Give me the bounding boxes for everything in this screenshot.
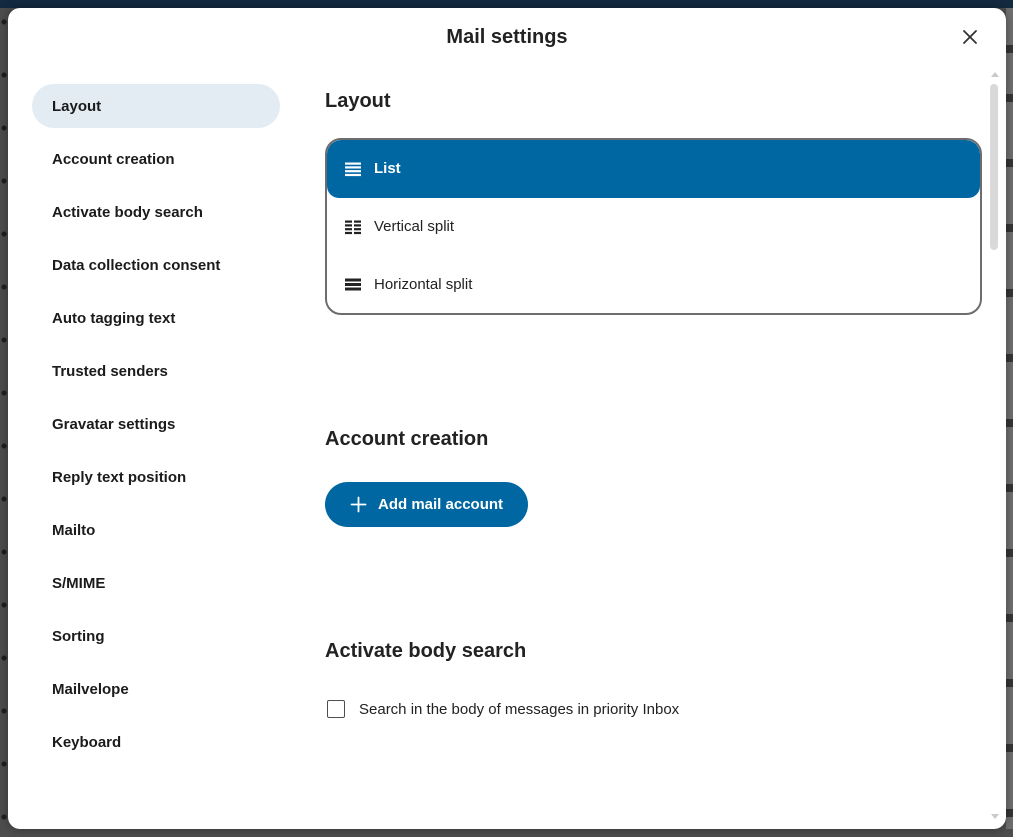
- dimmed-content-backdrop: [1006, 8, 1013, 837]
- sidebar-item-smime[interactable]: S/MIME: [32, 561, 280, 605]
- layout-option-label: Vertical split: [374, 218, 454, 235]
- dimmed-bottom-backdrop: [0, 829, 1013, 837]
- sidebar-item-label: Mailto: [52, 522, 95, 539]
- list-icon: [345, 161, 361, 177]
- sidebar-item-sorting[interactable]: Sorting: [32, 614, 280, 658]
- sidebar-item-data-collection-consent[interactable]: Data collection consent: [32, 243, 280, 287]
- mail-settings-dialog: Mail settings Layout Account creation Ac…: [8, 8, 1006, 829]
- sidebar-item-trusted-senders[interactable]: Trusted senders: [32, 349, 280, 393]
- sidebar-item-mailvelope[interactable]: Mailvelope: [32, 667, 280, 711]
- sidebar-item-label: Activate body search: [52, 204, 203, 221]
- layout-option-label: Horizontal split: [374, 276, 472, 293]
- sidebar-item-label: S/MIME: [52, 575, 105, 592]
- scrollbar-down-arrow-icon[interactable]: [991, 814, 999, 819]
- sidebar-item-keyboard[interactable]: Keyboard: [32, 720, 280, 764]
- sidebar-item-label: Keyboard: [52, 734, 121, 751]
- sidebar-item-mailto[interactable]: Mailto: [32, 508, 280, 552]
- sidebar-item-label: Layout: [52, 98, 101, 115]
- layout-selector: List Vertical split: [325, 138, 982, 315]
- scrollbar[interactable]: [989, 68, 1000, 823]
- add-mail-account-label: Add mail account: [378, 496, 503, 513]
- settings-nav: Layout Account creation Activate body se…: [32, 84, 280, 773]
- plus-icon: [350, 496, 367, 513]
- settings-content: Layout List: [325, 8, 982, 829]
- sidebar-item-gravatar-settings[interactable]: Gravatar settings: [32, 402, 280, 446]
- scrollbar-thumb[interactable]: [990, 84, 998, 250]
- account-creation-section-heading: Account creation: [325, 427, 488, 451]
- sidebar-item-reply-text-position[interactable]: Reply text position: [32, 455, 280, 499]
- sidebar-item-auto-tagging-text[interactable]: Auto tagging text: [32, 296, 280, 340]
- sidebar-item-label: Sorting: [52, 628, 105, 645]
- sidebar-item-label: Reply text position: [52, 469, 186, 486]
- dimmed-sidebar-backdrop: [0, 8, 8, 837]
- sidebar-item-label: Data collection consent: [52, 257, 220, 274]
- sidebar-item-label: Account creation: [52, 151, 175, 168]
- horizontal-split-icon: [345, 276, 361, 292]
- layout-option-horizontal-split[interactable]: Horizontal split: [327, 255, 980, 313]
- sidebar-item-activate-body-search[interactable]: Activate body search: [32, 190, 280, 234]
- body-search-checkbox-row: Search in the body of messages in priori…: [327, 700, 679, 718]
- sidebar-item-label: Mailvelope: [52, 681, 129, 698]
- sidebar-item-label: Trusted senders: [52, 363, 168, 380]
- layout-option-list[interactable]: List: [327, 140, 980, 198]
- dimmed-app-header-backdrop: [0, 0, 1013, 8]
- sidebar-item-label: Gravatar settings: [52, 416, 175, 433]
- add-mail-account-button[interactable]: Add mail account: [325, 482, 528, 527]
- scrollbar-up-arrow-icon[interactable]: [991, 72, 999, 77]
- sidebar-item-label: Auto tagging text: [52, 310, 175, 327]
- sidebar-item-account-creation[interactable]: Account creation: [32, 137, 280, 181]
- layout-section-heading: Layout: [325, 89, 391, 113]
- body-search-checkbox[interactable]: [327, 700, 345, 718]
- layout-option-vertical-split[interactable]: Vertical split: [327, 198, 980, 256]
- body-search-checkbox-label: Search in the body of messages in priori…: [359, 701, 679, 718]
- body-search-section-heading: Activate body search: [325, 639, 526, 663]
- layout-option-label: List: [374, 160, 401, 177]
- vertical-split-icon: [345, 219, 361, 235]
- sidebar-item-layout[interactable]: Layout: [32, 84, 280, 128]
